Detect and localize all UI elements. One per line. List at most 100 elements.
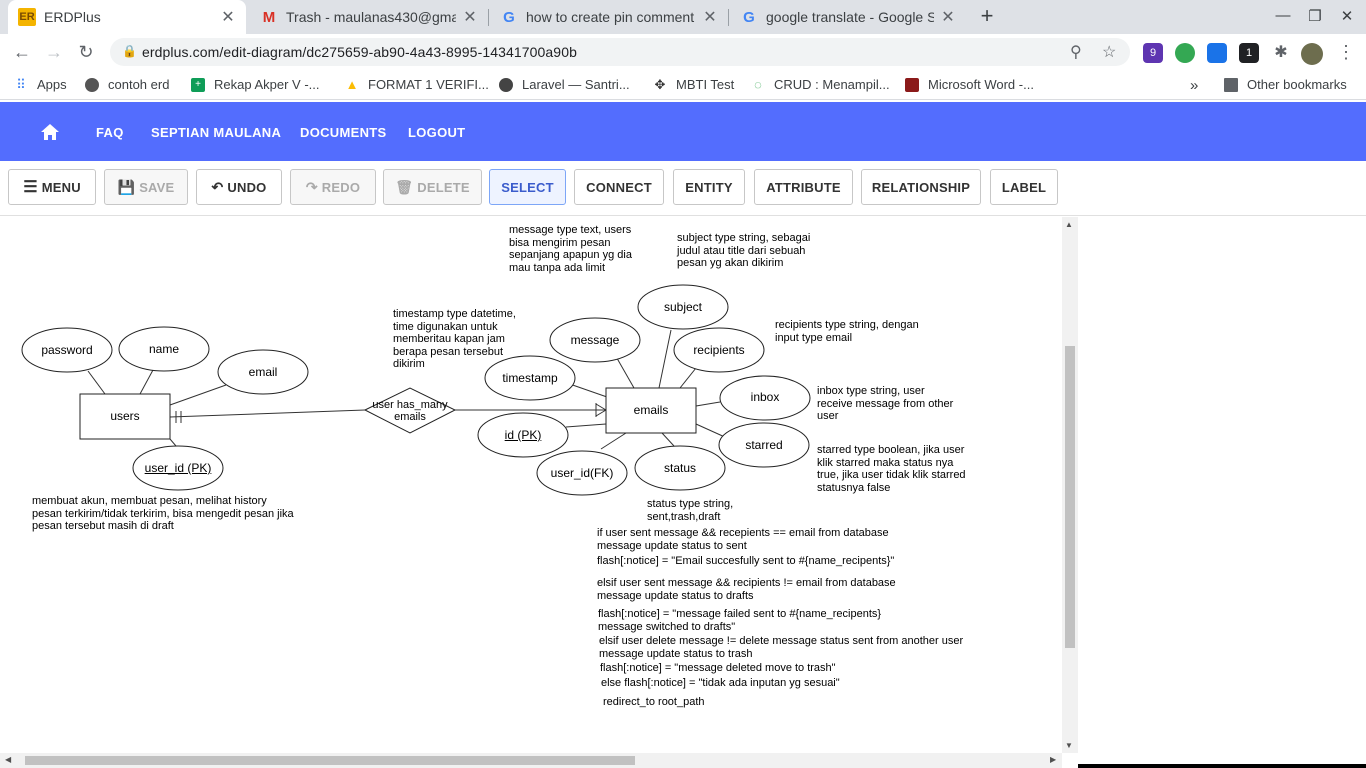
zoom-icon[interactable]: ⚲ [1070,42,1082,62]
attr-message-label: message [570,333,620,347]
connect-tool-button[interactable]: CONNECT [574,169,664,205]
bookmark-apps[interactable]: ⠿ Apps [14,76,66,93]
note-logic-flash-sent[interactable]: flash[:notice] = "Email succesfully sent… [597,555,894,568]
bookmark-star-icon[interactable]: ☆ [1102,42,1116,62]
puzzle-extensions-icon[interactable]: ✱ [1271,43,1291,63]
note-recipients[interactable]: recipients type string, dengan input typ… [775,319,919,344]
save-button[interactable]: 💾 SAVE [104,169,188,205]
connector-line [661,432,675,447]
attribute-tool-button[interactable]: ATTRIBUTE [754,169,853,205]
close-tab-icon[interactable]: ✕ [220,7,236,27]
select-tool-button[interactable]: SELECT [489,169,566,205]
extension-icon[interactable]: 9 [1143,43,1163,63]
note-inbox[interactable]: inbox type string, user receive message … [817,385,953,423]
bookmark-contoh-erd[interactable]: contoh erd [85,77,169,92]
attr-starred-label: starred [745,438,783,452]
connector-line [695,401,721,407]
note-subject[interactable]: subject type string, sebagai judul atau … [677,232,810,270]
close-tab-icon[interactable]: ✕ [702,7,718,27]
tab-google-search[interactable]: G how to create pin comment c ✕ [490,0,728,34]
kebab-menu-icon[interactable]: ⋮ [1334,40,1358,64]
back-button[interactable]: ← [10,40,34,64]
address-bar[interactable]: 🔒 erdplus.com/edit-diagram/dc275659-ab90… [110,38,1130,66]
note-logic-elsif-drafts[interactable]: elsif user sent message && recipients !=… [597,577,896,602]
close-window-button[interactable]: ✕ [1337,7,1357,25]
relationship-label: user has_many emails [372,399,448,423]
nav-logout[interactable]: LOGOUT [408,125,465,140]
bookmark-mbti-test[interactable]: ✥ MBTI Test [653,77,735,93]
entity-tool-button[interactable]: ENTITY [673,169,745,205]
note-logic-elsif-delete[interactable]: elsif user delete message != delete mess… [599,635,963,660]
note-message[interactable]: message type text, users bisa mengirim p… [509,224,632,274]
new-tab-button[interactable]: + [976,5,998,29]
crowfoot-mark [595,409,607,417]
nav-documents[interactable]: DOCUMENTS [300,125,386,140]
reload-button[interactable]: ↻ [74,40,98,64]
connector-line [87,370,106,395]
tab-gmail[interactable]: M Trash - maulanas430@gmail.c ✕ [250,0,488,34]
menu-button[interactable]: ☰ MENU [8,169,96,205]
label-tool-button[interactable]: LABEL [990,169,1058,205]
bookmark-format-verifi[interactable]: ▲ FORMAT 1 VERIFI... [345,77,489,92]
note-starred[interactable]: starred type boolean, jika user klik sta… [817,444,966,494]
vertical-scrollbar[interactable]: ▲ ▼ [1062,217,1078,753]
bookmark-microsoft-word[interactable]: Microsoft Word -... [905,77,1034,92]
delete-button[interactable]: 🗑 DELETE [383,169,482,205]
restore-window-button[interactable]: ❐ [1305,7,1325,25]
attr-password-label: password [41,343,93,357]
attr-name-label: name [148,342,180,356]
connector-line [169,438,177,447]
tab-google-translate[interactable]: G google translate - Google Sea ✕ [730,0,966,34]
horizontal-scroll-thumb[interactable] [25,756,635,765]
floppy-disk-icon: 💾 [117,178,136,195]
chat-extension-icon[interactable] [1175,43,1195,63]
note-users[interactable]: membuat akun, membuat pesan, melihat his… [32,495,294,533]
entity-users-label: users [110,409,140,423]
note-logic-else[interactable]: else flash[:notice] = "tidak ada inputan… [601,677,840,690]
google-icon: G [743,8,755,26]
scroll-down-arrow-icon[interactable]: ▼ [1065,741,1073,750]
vertical-scroll-thumb[interactable] [1065,346,1075,648]
erdplus-favicon-icon: ER [18,8,36,26]
tab-erdplus[interactable]: ER ERDPlus ✕ [8,0,246,34]
home-icon[interactable] [40,122,60,142]
bookmark-crud[interactable]: ◌ CRUD : Menampil... [751,77,889,92]
note-logic-flash-deleted[interactable]: flash[:notice] = "message deleted move t… [600,662,836,675]
close-tab-icon[interactable]: ✕ [462,7,478,27]
more-bookmarks-chevron-icon[interactable]: » [1190,77,1198,94]
relationship-tool-button[interactable]: RELATIONSHIP [861,169,981,205]
connector-line [565,423,607,428]
apps-grid-icon: ⠿ [16,76,26,92]
browser-tab-strip: ER ERDPlus ✕ M Trash - maulanas430@gmail… [0,0,1366,34]
connector-line [600,432,627,450]
scroll-right-arrow-icon[interactable]: ▶ [1050,755,1056,764]
diagram-canvas[interactable]: users emails user has_many emails passwo… [0,217,1062,753]
minimize-window-button[interactable]: — [1273,7,1293,24]
app-nav-bar: FAQ SEPTIAN MAULANA DOCUMENTS LOGOUT [0,102,1366,161]
extension-icon[interactable]: 1 [1239,43,1259,63]
note-logic-flash-failed[interactable]: flash[:notice] = "message failed sent to… [598,608,881,633]
taskbar-edge [1078,764,1366,768]
extension-icon[interactable] [1207,43,1227,63]
profile-avatar[interactable] [1301,43,1323,65]
redo-button[interactable]: ↷ REDO [290,169,376,205]
connector-line [658,329,672,389]
forward-button[interactable]: → [42,40,66,64]
bookmark-rekap-akper[interactable]: + Rekap Akper V -... [191,77,320,92]
note-timestamp[interactable]: timestamp type datetime, time digunakan … [393,308,516,371]
tab-title: how to create pin comment c [526,9,696,25]
undo-button[interactable]: ↶ UNDO [196,169,282,205]
note-status[interactable]: status type string, sent,trash,draft [647,498,733,523]
note-logic-redirect[interactable]: redirect_to root_path [603,696,705,709]
other-bookmarks[interactable]: Other bookmarks [1224,77,1347,92]
attr-user-id-fk-label: user_id(FK) [550,466,614,480]
note-logic-if-sent[interactable]: if user sent message && recepients == em… [597,527,889,552]
horizontal-scrollbar[interactable]: ◀ ▶ [0,753,1062,768]
scroll-left-arrow-icon[interactable]: ◀ [5,755,11,764]
folder-icon [1224,77,1238,92]
scroll-up-arrow-icon[interactable]: ▲ [1065,220,1073,229]
nav-faq[interactable]: FAQ [96,125,124,140]
close-tab-icon[interactable]: ✕ [940,7,956,27]
nav-user-profile[interactable]: SEPTIAN MAULANA [151,125,281,140]
bookmark-laravel-santri[interactable]: Laravel — Santri... [499,77,630,92]
